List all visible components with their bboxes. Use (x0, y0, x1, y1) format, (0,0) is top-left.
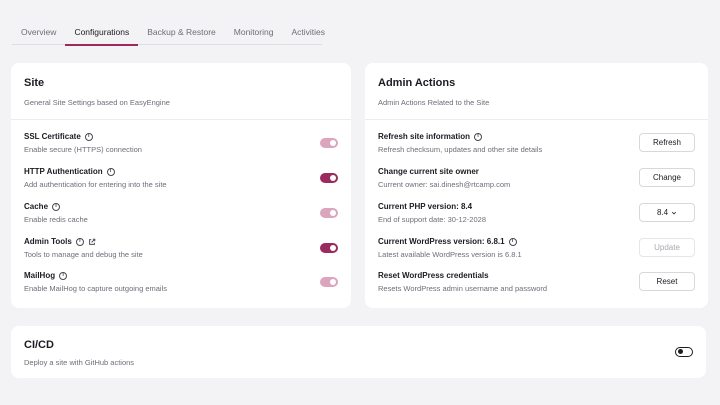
site-card-divider (11, 119, 351, 120)
php-version-select[interactable]: 8.4 (639, 203, 695, 222)
tab-bar: Overview Configurations Backup & Restore… (12, 20, 325, 46)
cicd-card: CI/CD Deploy a site with GitHub actions (11, 326, 706, 378)
tab-monitoring[interactable]: Monitoring (225, 20, 283, 45)
action-php-version: Current PHP version: 8.4 End of support … (378, 202, 695, 230)
setting-desc: Tools to manage and debug the site (24, 250, 143, 259)
info-icon[interactable]: i (474, 132, 483, 141)
setting-title: HTTP Authentication (24, 167, 103, 176)
cicd-subtitle: Deploy a site with GitHub actions (24, 358, 135, 367)
chevron-down-icon (671, 211, 677, 214)
action-change-owner: Change current site owner Current owner:… (378, 167, 695, 195)
setting-desc: Enable secure (HTTPS) connection (24, 145, 142, 154)
change-owner-button[interactable]: Change (639, 168, 695, 187)
info-icon[interactable]: i (84, 132, 93, 141)
mailhog-toggle[interactable] (320, 277, 338, 287)
setting-desc: Enable MailHog to capture outgoing email… (24, 284, 168, 293)
setting-ssl-certificate: SSL Certificate i Enable secure (HTTPS) … (24, 132, 338, 160)
action-title: Current PHP version: 8.4 (378, 202, 473, 211)
info-icon[interactable]: i (75, 237, 84, 246)
http-auth-toggle[interactable] (320, 173, 338, 183)
reset-button[interactable]: Reset (639, 272, 695, 291)
tab-backup-restore[interactable]: Backup & Restore (138, 20, 225, 45)
external-link-icon[interactable] (88, 238, 96, 246)
tab-configurations[interactable]: Configurations (65, 20, 139, 46)
setting-title: Cache (24, 202, 49, 211)
action-title: Reset WordPress credentials (378, 271, 489, 280)
info-icon[interactable]: i (59, 271, 68, 280)
setting-admin-tools: Admin Tools i Tools to manage and debug … (24, 237, 338, 265)
setting-http-authentication: HTTP Authentication i Add authentication… (24, 167, 338, 195)
admin-actions-card: Admin Actions Admin Actions Related to t… (365, 63, 708, 308)
site-card-subtitle: General Site Settings based on EasyEngin… (24, 98, 170, 107)
setting-mailhog: MailHog i Enable MailHog to capture outg… (24, 271, 338, 299)
admin-card-divider (365, 119, 708, 120)
update-button[interactable]: Update (639, 238, 695, 257)
action-reset-credentials: Reset WordPress credentials Resets WordP… (378, 271, 695, 299)
action-title: Refresh site information (378, 132, 471, 141)
action-refresh-site: Refresh site information i Refresh check… (378, 132, 695, 160)
php-version-value: 8.4 (656, 208, 669, 217)
setting-title: Admin Tools (24, 237, 72, 246)
cache-toggle[interactable] (320, 208, 338, 218)
tab-overview[interactable]: Overview (12, 20, 65, 45)
action-title: Change current site owner (378, 167, 479, 176)
admin-tools-toggle[interactable] (320, 243, 338, 253)
setting-title: SSL Certificate (24, 132, 81, 141)
info-icon[interactable]: i (52, 202, 61, 211)
action-wordpress-version: Current WordPress version: 6.8.1 i Lates… (378, 237, 695, 265)
cicd-toggle[interactable] (675, 347, 693, 357)
setting-cache: Cache i Enable redis cache (24, 202, 338, 230)
cicd-title: CI/CD (24, 339, 54, 351)
site-settings-card: Site General Site Settings based on Easy… (11, 63, 351, 308)
admin-card-title: Admin Actions (378, 77, 456, 89)
info-icon[interactable]: i (508, 237, 517, 246)
info-icon[interactable]: i (106, 167, 115, 176)
admin-card-subtitle: Admin Actions Related to the Site (378, 98, 490, 107)
refresh-button[interactable]: Refresh (639, 133, 695, 152)
action-title: Current WordPress version: 6.8.1 (378, 237, 505, 246)
setting-desc: Enable redis cache (24, 215, 88, 224)
site-card-title: Site (24, 77, 45, 89)
ssl-toggle[interactable] (320, 138, 338, 148)
tab-activities[interactable]: Activities (282, 20, 334, 45)
setting-title: MailHog (24, 271, 56, 280)
setting-desc: Add authentication for entering into the… (24, 180, 167, 189)
